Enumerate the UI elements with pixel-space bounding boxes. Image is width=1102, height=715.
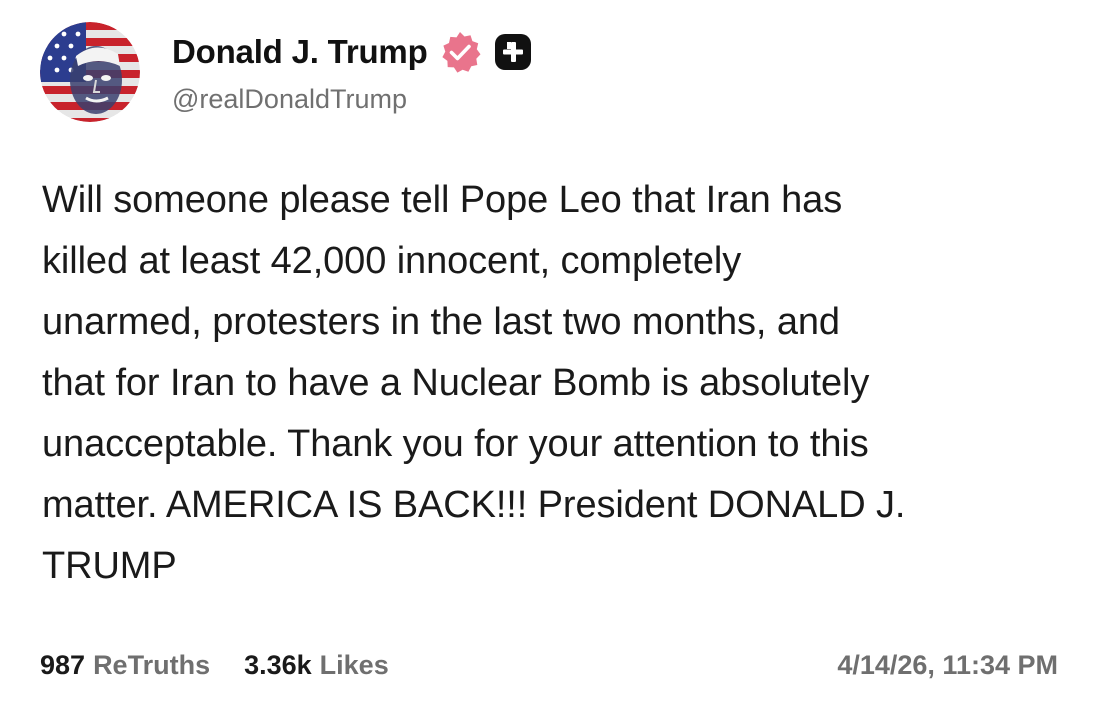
post-timestamp[interactable]: 4/14/26, 11:34 PM [837, 650, 1058, 681]
retruths-label: ReTruths [93, 649, 211, 680]
likes-label: Likes [319, 649, 389, 680]
post-text: Will someone please tell Pope Leo that I… [42, 179, 906, 587]
author-display-name[interactable]: Donald J. Trump [172, 33, 428, 71]
post-card: Donald J. Trump @realDonaldTrump Will so… [0, 0, 1102, 715]
retruths-stat[interactable]: 987 ReTruths [40, 650, 210, 681]
post-footer: 987 ReTruths 3.36k Likes 4/14/26, 11:34 … [40, 643, 1058, 687]
author-handle[interactable]: @realDonaldTrump [172, 84, 407, 115]
author-name-row: Donald J. Trump [172, 28, 532, 76]
avatar[interactable] [40, 22, 140, 122]
verified-badge-icon [438, 30, 482, 74]
retruths-count: 987 [40, 649, 86, 680]
plus-icon [494, 33, 532, 71]
post-stats: 987 ReTruths 3.36k Likes [40, 650, 423, 681]
likes-count: 3.36k [244, 649, 312, 680]
likes-stat[interactable]: 3.36k Likes [244, 650, 389, 681]
